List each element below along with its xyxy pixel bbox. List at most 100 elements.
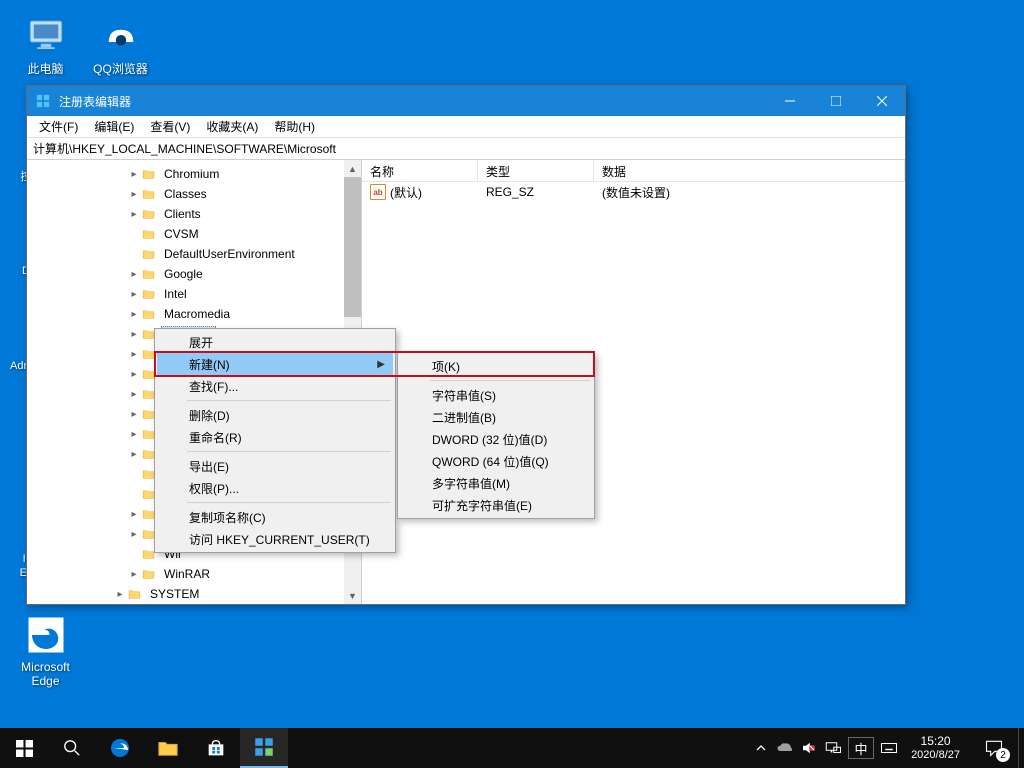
folder-icon	[141, 287, 157, 301]
tray-overflow-icon[interactable]	[749, 728, 773, 768]
expand-toggle-icon[interactable]: ▸	[127, 429, 141, 440]
menu-view[interactable]: 查看(V)	[142, 116, 198, 137]
tree-item-system[interactable]: ▸SYSTEM	[27, 584, 361, 604]
tree-item-cvsm[interactable]: CVSM	[27, 224, 361, 244]
expand-toggle-icon[interactable]: ▸	[127, 349, 141, 360]
expand-toggle-icon[interactable]: ▸	[127, 389, 141, 400]
ctx-new-multistring[interactable]: 多字符串值(M)	[400, 472, 592, 494]
ctx-find[interactable]: 查找(F)...	[157, 375, 393, 397]
scroll-thumb[interactable]	[344, 177, 361, 317]
desktop-partial-label: Adn	[10, 360, 26, 372]
tree-item-intel[interactable]: ▸Intel	[27, 284, 361, 304]
this-pc-icon	[25, 14, 67, 56]
tray-ime-indicator[interactable]: 中	[848, 737, 874, 759]
ctx-copy-key-name[interactable]: 复制项名称(C)	[157, 506, 393, 528]
scroll-down-button[interactable]: ▼	[344, 587, 361, 604]
expand-toggle-icon[interactable]: ▸	[127, 169, 141, 180]
col-type[interactable]: 类型	[478, 160, 594, 181]
taskbar-clock[interactable]: 15:20 2020/8/27	[901, 734, 970, 763]
expand-toggle-icon[interactable]: ▸	[127, 409, 141, 420]
system-tray: 中 15:20 2020/8/27 2	[749, 728, 1024, 768]
tree-item-classes[interactable]: ▸Classes	[27, 184, 361, 204]
ctx-new-qword[interactable]: QWORD (64 位)值(Q)	[400, 450, 592, 472]
taskbar-store[interactable]	[192, 728, 240, 768]
ctx-new-binary[interactable]: 二进制值(B)	[400, 406, 592, 428]
expand-toggle-icon[interactable]: ▸	[127, 449, 141, 460]
submenu-arrow-icon: ▶	[377, 359, 385, 370]
menu-file[interactable]: 文件(F)	[31, 116, 86, 137]
tree-item-winrar[interactable]: ▸WinRAR	[27, 564, 361, 584]
expand-toggle-icon[interactable]: ▸	[127, 289, 141, 300]
expand-toggle-icon[interactable]: ▸	[127, 269, 141, 280]
tree-item-clients[interactable]: ▸Clients	[27, 204, 361, 224]
expand-toggle-icon[interactable]: ▸	[127, 309, 141, 320]
taskbar-file-explorer[interactable]	[144, 728, 192, 768]
separator	[187, 400, 391, 401]
expand-toggle-icon[interactable]: ▸	[127, 329, 141, 340]
address-bar[interactable]: 计算机\HKEY_LOCAL_MACHINE\SOFTWARE\Microsof…	[27, 138, 905, 160]
taskbar: 中 15:20 2020/8/27 2	[0, 728, 1024, 768]
folder-icon	[141, 167, 157, 181]
qq-browser-icon	[100, 14, 142, 56]
ctx-goto-hkcu[interactable]: 访问 HKEY_CURRENT_USER(T)	[157, 528, 393, 550]
tree-item-chromium[interactable]: ▸Chromium	[27, 164, 361, 184]
ctx-new-string[interactable]: 字符串值(S)	[400, 384, 592, 406]
tray-keyboard-icon[interactable]	[877, 728, 901, 768]
regedit-icon	[35, 93, 51, 109]
ctx-new-dword[interactable]: DWORD (32 位)值(D)	[400, 428, 592, 450]
action-center-button[interactable]: 2	[970, 728, 1018, 768]
col-name[interactable]: 名称	[362, 160, 478, 181]
minimize-button[interactable]	[767, 86, 813, 116]
ctx-new-expandstring[interactable]: 可扩充字符串值(E)	[400, 494, 592, 516]
ctx-delete[interactable]: 删除(D)	[157, 404, 393, 426]
notification-badge: 2	[996, 748, 1010, 762]
tray-onedrive-icon[interactable]	[773, 728, 797, 768]
taskbar-edge[interactable]	[96, 728, 144, 768]
col-data[interactable]: 数据	[594, 160, 905, 181]
context-submenu-new: 项(K) 字符串值(S) 二进制值(B) DWORD (32 位)值(D) QW…	[397, 352, 595, 519]
desktop-icon-qq-browser[interactable]: QQ浏览器	[83, 14, 158, 77]
tray-network-icon[interactable]	[821, 728, 845, 768]
titlebar[interactable]: 注册表编辑器	[27, 86, 905, 116]
tree-item-google[interactable]: ▸ Google	[27, 264, 361, 284]
expand-toggle-icon[interactable]: ▸	[113, 589, 127, 600]
search-button[interactable]	[48, 728, 96, 768]
desktop-icon-this-pc[interactable]: 此电脑	[8, 14, 83, 77]
expand-toggle-icon[interactable]: ▸	[127, 529, 141, 540]
menu-favorites[interactable]: 收藏夹(A)	[198, 116, 266, 137]
list-row[interactable]: ab(默认) REG_SZ (数值未设置)	[362, 182, 905, 202]
expand-toggle-icon[interactable]: ▸	[127, 369, 141, 380]
tree-item-defaultuserenvironment[interactable]: DefaultUserEnvironment	[27, 244, 361, 264]
maximize-button[interactable]	[813, 86, 859, 116]
taskbar-regedit[interactable]	[240, 728, 288, 768]
show-desktop-button[interactable]	[1018, 728, 1024, 768]
context-menu: 展开 新建(N)▶ 查找(F)... 删除(D) 重命名(R) 导出(E) 权限…	[154, 328, 396, 553]
menu-help[interactable]: 帮助(H)	[266, 116, 323, 137]
tree-item-label: Google	[161, 266, 206, 282]
close-button[interactable]	[859, 86, 905, 116]
ctx-expand[interactable]: 展开	[157, 331, 393, 353]
value-data: (数值未设置)	[594, 182, 678, 203]
tree-item-macromedia[interactable]: ▸ Macromedia	[27, 304, 361, 324]
desktop-icon-label: Microsoft Edge	[8, 660, 83, 688]
scroll-up-button[interactable]: ▲	[344, 160, 361, 177]
ctx-export[interactable]: 导出(E)	[157, 455, 393, 477]
address-text: 计算机\HKEY_LOCAL_MACHINE\SOFTWARE\Microsof…	[33, 140, 336, 157]
tree-item-label: Macromedia	[161, 306, 233, 322]
tray-volume-icon[interactable]	[797, 728, 821, 768]
tree-item-label: CVSM	[161, 226, 202, 242]
desktop-icon-edge[interactable]: Microsoft Edge	[8, 614, 83, 688]
expand-toggle-icon[interactable]: ▸	[127, 569, 141, 580]
expand-toggle-icon[interactable]: ▸	[127, 189, 141, 200]
expand-toggle-icon[interactable]: ▸	[127, 209, 141, 220]
menu-edit[interactable]: 编辑(E)	[86, 116, 142, 137]
folder-icon	[141, 267, 157, 281]
start-button[interactable]	[0, 728, 48, 768]
ctx-rename[interactable]: 重命名(R)	[157, 426, 393, 448]
ctx-new-key[interactable]: 项(K)	[400, 355, 592, 377]
ctx-new[interactable]: 新建(N)▶	[157, 353, 393, 375]
folder-icon	[141, 247, 157, 261]
desktop-icon-label: 此电脑	[8, 60, 83, 77]
expand-toggle-icon[interactable]: ▸	[127, 509, 141, 520]
ctx-permissions[interactable]: 权限(P)...	[157, 477, 393, 499]
